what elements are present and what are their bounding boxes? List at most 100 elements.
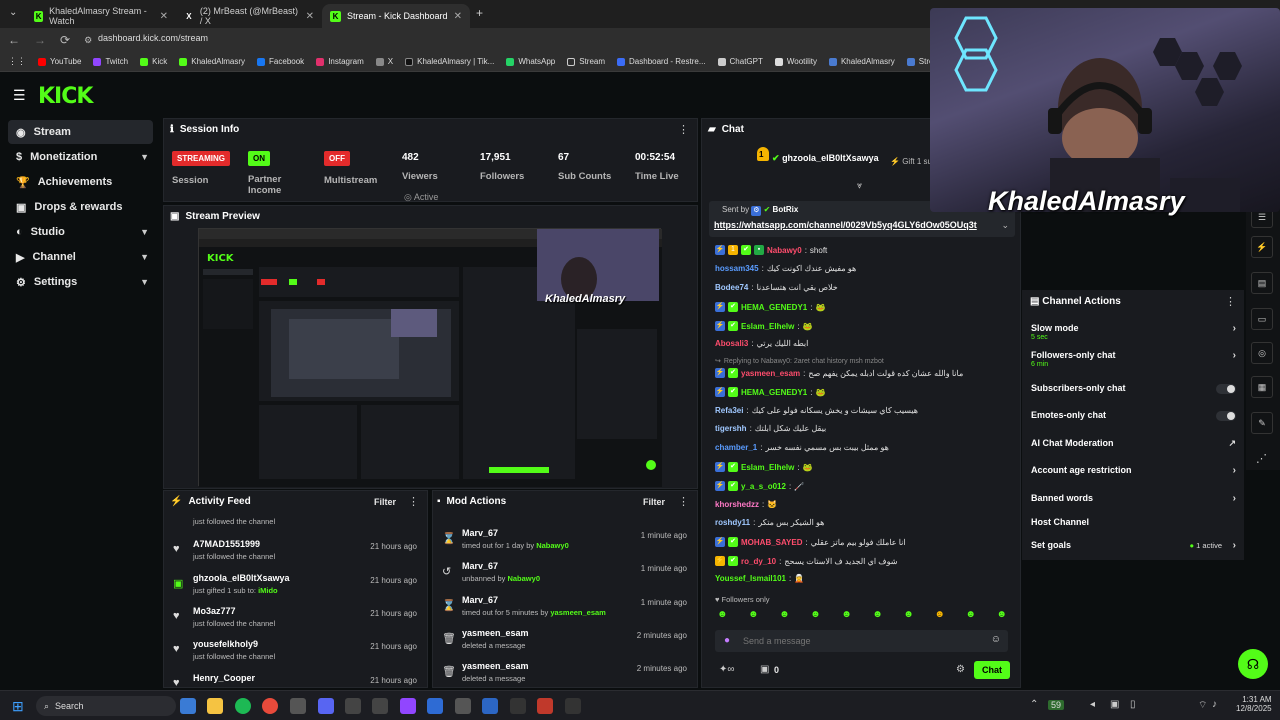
- apps-icon[interactable]: ⋮⋮: [8, 56, 26, 67]
- chat-message[interactable]: ⚡ ✔ Eslam_Elhelw: 🐸: [715, 321, 813, 331]
- subscribers-only-toggle[interactable]: [1216, 384, 1236, 394]
- wrench-icon[interactable]: ✎: [1251, 412, 1273, 434]
- more-options-icon[interactable]: ⋮: [678, 495, 689, 508]
- gift-icon[interactable]: ▣: [760, 664, 769, 675]
- close-icon[interactable]: ✕: [454, 11, 462, 22]
- bookmark[interactable]: Instagram: [316, 57, 364, 66]
- chat-message[interactable]: Bodee74: خلاص بقي انت هتساعدنا: [715, 283, 838, 292]
- windows-start-icon[interactable]: ⊞: [12, 698, 24, 715]
- sidebar-item-stream[interactable]: ◉ Stream: [8, 120, 153, 144]
- bookmark[interactable]: KhaledAlmasry | Tik...: [405, 57, 494, 66]
- reload-icon[interactable]: ⟳: [60, 33, 70, 47]
- chat-message[interactable]: hossam345: هو مفيش عندك اكونت كيك: [715, 264, 856, 273]
- app-icon[interactable]: [290, 698, 306, 714]
- pinned-gifter[interactable]: ✔ ghzoola_elB0ltXsawya: [772, 153, 879, 164]
- menu-icon[interactable]: ☰: [13, 87, 26, 104]
- spotify-icon[interactable]: [235, 698, 251, 714]
- site-info-icon[interactable]: ⚙: [84, 35, 92, 46]
- ai-moderation-row[interactable]: AI Chat Moderation ↗: [1031, 438, 1236, 448]
- chat-message[interactable]: ⚡ 1 ✔ ▪ Nabawy0: shoft: [715, 245, 827, 255]
- browser-tab[interactable]: X (2) MrBeast (@MrBeast) / X ✕: [176, 4, 322, 28]
- pinned-link[interactable]: https://whatsapp.com/channel/0029Vb5yq4G…: [714, 220, 977, 230]
- chat-message[interactable]: ⚡ ✔ Eslam_Elhelw: 🐸: [715, 462, 813, 472]
- slow-mode-row[interactable]: Slow mode 5 sec ›: [1031, 323, 1236, 341]
- bookmark[interactable]: YouTube: [38, 57, 81, 66]
- bookmark[interactable]: KhaledAlmasry: [828, 57, 895, 66]
- chat-message[interactable]: khorshedzz: 🐱: [715, 500, 777, 509]
- app-icon[interactable]: [455, 698, 471, 714]
- chat-message[interactable]: tigershh: بيقل عليك شكل ابلتك: [715, 424, 826, 433]
- message-icon[interactable]: ▭: [1251, 308, 1273, 330]
- chat-message[interactable]: ⚡ ✔ ro_dy_10: شوف اي الجديد ف الاستات يسحج: [715, 556, 897, 566]
- app-icon[interactable]: [400, 698, 416, 714]
- bookmark[interactable]: Kick: [140, 57, 167, 66]
- back-icon[interactable]: ←: [8, 33, 20, 47]
- obs-icon[interactable]: [565, 698, 581, 714]
- sidebar-item-studio[interactable]: ◐ Studio ▼: [8, 220, 153, 244]
- set-goals-row[interactable]: Set goals ● 1 active ›: [1031, 540, 1236, 551]
- microphone-icon[interactable]: ●: [724, 635, 730, 646]
- close-icon[interactable]: ✕: [306, 11, 314, 22]
- more-options-icon[interactable]: ⋮: [1225, 295, 1236, 308]
- forward-icon[interactable]: →: [34, 33, 46, 47]
- tray-badge[interactable]: 59: [1048, 700, 1065, 710]
- new-tab-button[interactable]: +: [476, 6, 483, 20]
- close-icon[interactable]: ✕: [160, 11, 168, 22]
- bookmark[interactable]: Facebook: [257, 57, 304, 66]
- chat-send-button[interactable]: Chat: [974, 661, 1010, 679]
- chat-message[interactable]: roshdy11: هو الشيكر بس متكر: [715, 518, 824, 527]
- app-icon[interactable]: [345, 698, 361, 714]
- followers-only-row[interactable]: Followers-only chat 6 min ›: [1031, 350, 1236, 368]
- notes-icon[interactable]: ▤: [1251, 272, 1273, 294]
- filter-button[interactable]: Filter: [643, 497, 665, 507]
- chrome-icon[interactable]: [262, 698, 278, 714]
- filter-icon[interactable]: ⩔: [857, 180, 862, 191]
- chat-message[interactable]: Youssef_Ismail101: 🧝: [715, 574, 804, 583]
- app-icon[interactable]: [180, 698, 196, 714]
- chat-message[interactable]: ⚡ ✔ yasmeen_esam: مانا والله عشان كده قولت…: [715, 368, 963, 378]
- multistream-toggle[interactable]: OFF: [324, 151, 350, 166]
- app-icon[interactable]: [427, 698, 443, 714]
- app-icon[interactable]: [537, 698, 553, 714]
- bookmark-folder[interactable]: Stream: [567, 57, 605, 66]
- bookmark[interactable]: X: [375, 57, 393, 66]
- emoji-icon[interactable]: ☺: [991, 634, 1001, 645]
- bookmark[interactable]: ChatGPT: [717, 57, 763, 66]
- sidebar-item-settings[interactable]: ⚙ Settings ▼: [8, 270, 153, 294]
- filter-button[interactable]: Filter: [374, 497, 396, 507]
- lightning-icon[interactable]: ⚡: [1251, 236, 1273, 258]
- sidebar-item-achievements[interactable]: 🏆 Achievements: [8, 170, 153, 194]
- bookmark[interactable]: Dashboard - Restre...: [617, 57, 706, 66]
- clip-icon[interactable]: ▦: [1251, 376, 1273, 398]
- points-icon[interactable]: ✦∞: [719, 664, 735, 675]
- kick-logo[interactable]: KICK: [38, 84, 93, 109]
- more-options-icon[interactable]: ⋮: [678, 123, 689, 136]
- gear-icon[interactable]: ⚙: [956, 664, 965, 675]
- partner-income-toggle[interactable]: ON: [248, 151, 270, 166]
- tray-icon[interactable]: ◂: [1090, 699, 1095, 710]
- chat-input[interactable]: [743, 633, 983, 649]
- emotes-only-toggle[interactable]: [1216, 411, 1236, 421]
- account-age-row[interactable]: Account age restriction ›: [1031, 465, 1236, 476]
- host-channel-row[interactable]: Host Channel: [1031, 517, 1236, 527]
- chat-message[interactable]: Abosali3: ابطه الليك يرتي: [715, 339, 808, 348]
- browser-tab[interactable]: K KhaledAlmasry Stream - Watch ✕: [26, 4, 176, 28]
- url-field[interactable]: dashboard.kick.com/stream: [98, 33, 208, 43]
- bookmark[interactable]: Twitch: [93, 57, 128, 66]
- chat-message[interactable]: ⚡ ✔ y_a_s_o012: 🦯: [715, 481, 804, 491]
- tray-icon[interactable]: ▯: [1130, 699, 1136, 710]
- tab-search-icon[interactable]: ⌄: [9, 7, 17, 18]
- chevron-down-icon[interactable]: ⌄: [1001, 220, 1009, 231]
- chat-message[interactable]: ⚡ ✔ MOHAB_SAYED: انا عاملك فولو بيم ماتز ع…: [715, 537, 906, 547]
- taskbar-search[interactable]: ⌕ Search: [36, 696, 176, 716]
- tray-icon[interactable]: ▣: [1110, 699, 1119, 710]
- browser-tab-active[interactable]: K Stream - Kick Dashboard ✕: [322, 4, 470, 28]
- app-icon[interactable]: [482, 698, 498, 714]
- share-icon[interactable]: ⋰: [1256, 452, 1267, 465]
- support-chat-icon[interactable]: ☊: [1238, 649, 1268, 679]
- sidebar-item-monetization[interactable]: $ Monetization ▼: [8, 145, 153, 169]
- clock[interactable]: 1:31 AM 12/8/2025: [1236, 695, 1272, 713]
- app-icon[interactable]: [510, 698, 526, 714]
- bookmark[interactable]: WhatsApp: [506, 57, 555, 66]
- sidebar-item-drops[interactable]: ▣ Drops & rewards: [8, 195, 153, 219]
